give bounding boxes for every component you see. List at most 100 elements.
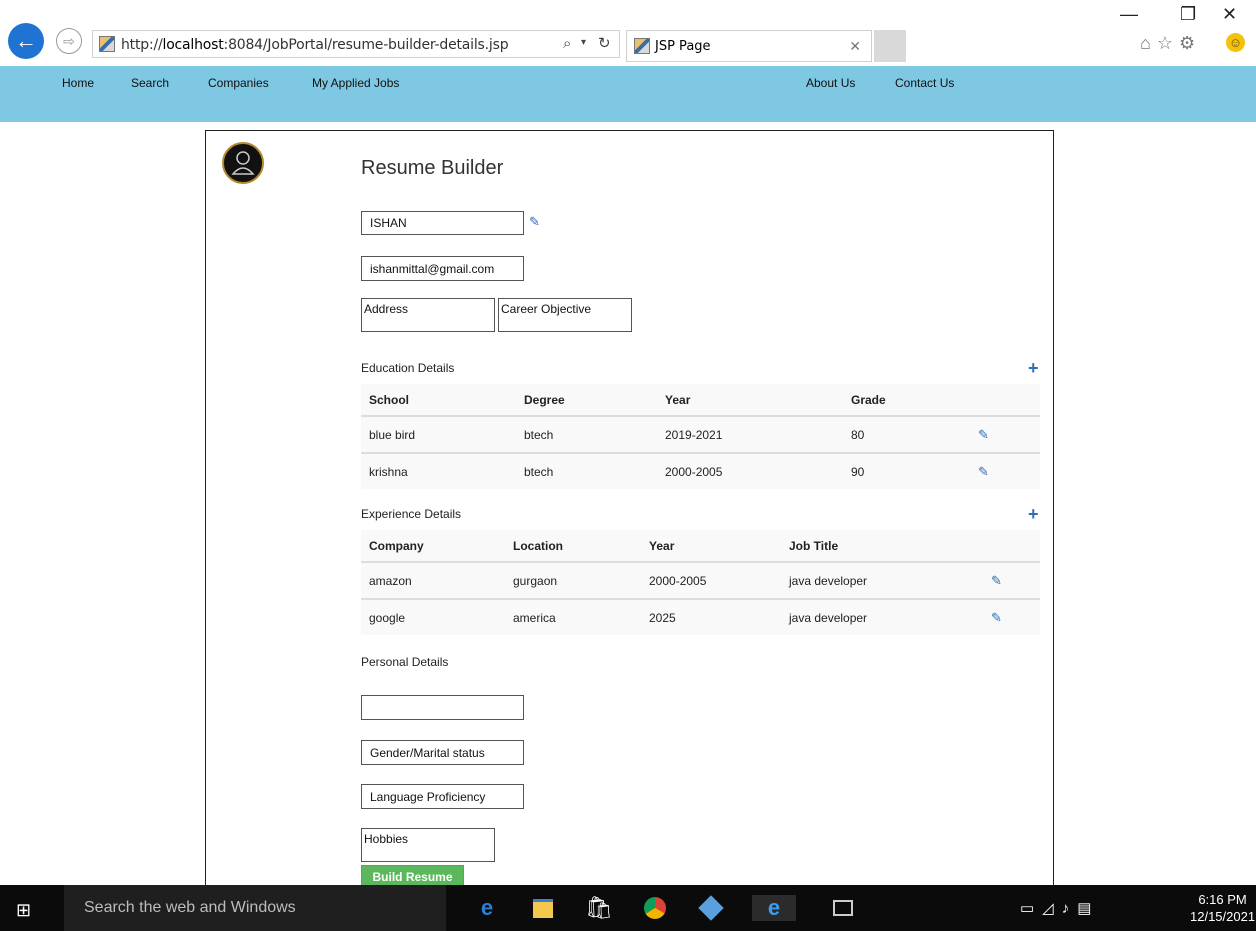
tab-close-icon[interactable]: ✕: [849, 38, 861, 55]
url-host: localhost: [162, 37, 224, 53]
nav-applied-jobs-link[interactable]: My Applied Jobs: [312, 76, 399, 90]
edge-icon[interactable]: e: [474, 895, 500, 921]
forward-button[interactable]: ⇨: [56, 28, 82, 54]
column-header-empty: [970, 384, 1040, 417]
chrome-icon[interactable]: [642, 895, 668, 921]
edit-pencil-icon[interactable]: ✎: [983, 599, 1040, 635]
table-cell: krishna: [369, 464, 408, 479]
site-favicon-icon: [99, 36, 115, 52]
table-cell: 2025: [649, 610, 676, 625]
column-header: Year: [657, 384, 843, 417]
taskbar-clock[interactable]: 6:16 PM 12/15/2021: [1190, 891, 1255, 925]
url-text[interactable]: http://localhost:8084/JobPortal/resume-b…: [121, 37, 509, 53]
table-cell: amazon: [361, 562, 505, 600]
experience-header-row: Company Location Year Job Title: [361, 530, 1040, 563]
add-experience-plus-icon[interactable]: +: [1028, 504, 1039, 525]
table-cell: java developer: [781, 562, 983, 600]
user-icon: [231, 151, 255, 175]
feedback-smiley-icon[interactable]: ☺: [1226, 33, 1245, 52]
user-avatar: [222, 142, 264, 184]
hobbies-textarea[interactable]: Hobbies: [361, 828, 495, 862]
edit-pencil-icon[interactable]: ✎: [970, 416, 1040, 454]
nav-contact-link[interactable]: Contact Us: [895, 76, 954, 90]
file-explorer-icon[interactable]: [530, 895, 556, 921]
taskbar-search-box[interactable]: Search the web and Windows: [64, 885, 446, 931]
column-header: Grade: [843, 384, 970, 417]
system-tray-icons[interactable]: ▭◿♪▤: [1020, 899, 1099, 917]
table-cell: gurgaon: [505, 562, 641, 600]
table-cell: btech: [516, 416, 657, 454]
app-window-icon[interactable]: [830, 895, 856, 921]
column-header: School: [361, 384, 516, 417]
browser-toolbar-icons[interactable]: ⌂☆⚙: [1140, 33, 1201, 54]
nav-companies-link[interactable]: Companies: [208, 76, 269, 90]
taskbar-search-placeholder: Search the web and Windows: [84, 899, 296, 916]
table-cell: java developer: [789, 610, 868, 625]
minimize-icon[interactable]: —: [1120, 4, 1138, 25]
nav-about-link[interactable]: About Us: [806, 76, 855, 90]
column-header: Company: [361, 530, 505, 563]
table-cell: 2019-2021: [657, 416, 843, 454]
clock-date: 12/15/2021: [1190, 909, 1256, 924]
page-title: Resume Builder: [361, 157, 504, 179]
table-cell: 90: [851, 464, 865, 479]
table-cell: google: [369, 610, 406, 625]
table-cell: america: [513, 610, 556, 625]
search-icon[interactable]: ⌕: [563, 35, 571, 52]
edit-pencil-icon[interactable]: ✎: [983, 562, 1040, 600]
table-row: google america 2025 java developer ✎: [361, 599, 1040, 635]
site-navbar: Home Search Companies My Applied Jobs Ab…: [0, 66, 1256, 122]
dob-field[interactable]: [361, 695, 524, 720]
table-row: blue bird btech 2019-2021 80 ✎: [361, 416, 1040, 454]
internet-explorer-icon[interactable]: e: [752, 895, 796, 921]
table-cell: btech: [524, 464, 554, 479]
education-header-row: School Degree Year Grade: [361, 384, 1040, 417]
dropdown-icon[interactable]: ▾: [581, 37, 586, 48]
experience-table: Company Location Year Job Title amazon g…: [361, 530, 1040, 635]
table-cell: 80: [843, 416, 970, 454]
table-cell: 2000-2005: [641, 562, 781, 600]
windows-start-icon[interactable]: ⊞: [16, 900, 31, 921]
email-field[interactable]: ishanmittal@gmail.com: [361, 256, 524, 281]
add-education-plus-icon[interactable]: +: [1028, 358, 1039, 379]
address-textarea[interactable]: Address: [361, 298, 495, 332]
back-button[interactable]: ←: [8, 23, 44, 59]
name-field[interactable]: ISHAN: [361, 211, 524, 235]
career-objective-textarea[interactable]: Career Objective: [498, 298, 632, 332]
table-row: amazon gurgaon 2000-2005 java developer …: [361, 562, 1040, 600]
column-header: Year: [641, 530, 781, 563]
edit-pencil-icon[interactable]: ✎: [970, 453, 1040, 489]
gender-marital-field[interactable]: Gender/Marital status: [361, 740, 524, 765]
store-icon[interactable]: 🛍: [585, 895, 613, 921]
edit-pencil-icon[interactable]: ✎: [529, 214, 540, 230]
url-prefix: http://: [121, 37, 163, 53]
table-row: krishna btech 2000-2005 90 ✎: [361, 453, 1040, 489]
column-header: Job Title: [781, 530, 983, 563]
window-close-icon[interactable]: ✕: [1222, 4, 1237, 25]
experience-section-label: Experience Details: [361, 507, 462, 521]
refresh-icon[interactable]: ↻: [598, 34, 611, 52]
column-header: Location: [505, 530, 641, 563]
personal-section-label: Personal Details: [361, 655, 449, 669]
nav-search-link[interactable]: Search: [131, 76, 169, 90]
browser-tab[interactable]: JSP Page ✕: [626, 30, 872, 62]
windows-taskbar: ⊞ Search the web and Windows e 🛍 e ▭◿♪▤ …: [0, 885, 1256, 931]
language-proficiency-field[interactable]: Language Proficiency: [361, 784, 524, 809]
url-path: :8084/JobPortal/resume-builder-details.j…: [223, 37, 509, 53]
restore-icon[interactable]: ❐: [1180, 4, 1196, 25]
education-table: School Degree Year Grade blue bird btech…: [361, 384, 1040, 489]
column-header-empty: [983, 530, 1040, 563]
tab-title: JSP Page: [655, 39, 711, 54]
back-arrow-icon: ←: [15, 28, 37, 53]
address-bar[interactable]: http://localhost:8084/JobPortal/resume-b…: [92, 30, 620, 58]
new-tab-button[interactable]: [874, 30, 906, 62]
virtualbox-icon[interactable]: [698, 895, 724, 921]
tab-favicon-icon: [634, 38, 650, 54]
nav-home-link[interactable]: Home: [62, 76, 94, 90]
clock-time: 6:16 PM: [1198, 892, 1247, 907]
column-header: Degree: [516, 384, 657, 417]
forward-arrow-icon: ⇨: [63, 32, 75, 49]
table-cell: blue bird: [361, 416, 516, 454]
education-section-label: Education Details: [361, 361, 455, 375]
table-cell: 2000-2005: [665, 464, 723, 479]
